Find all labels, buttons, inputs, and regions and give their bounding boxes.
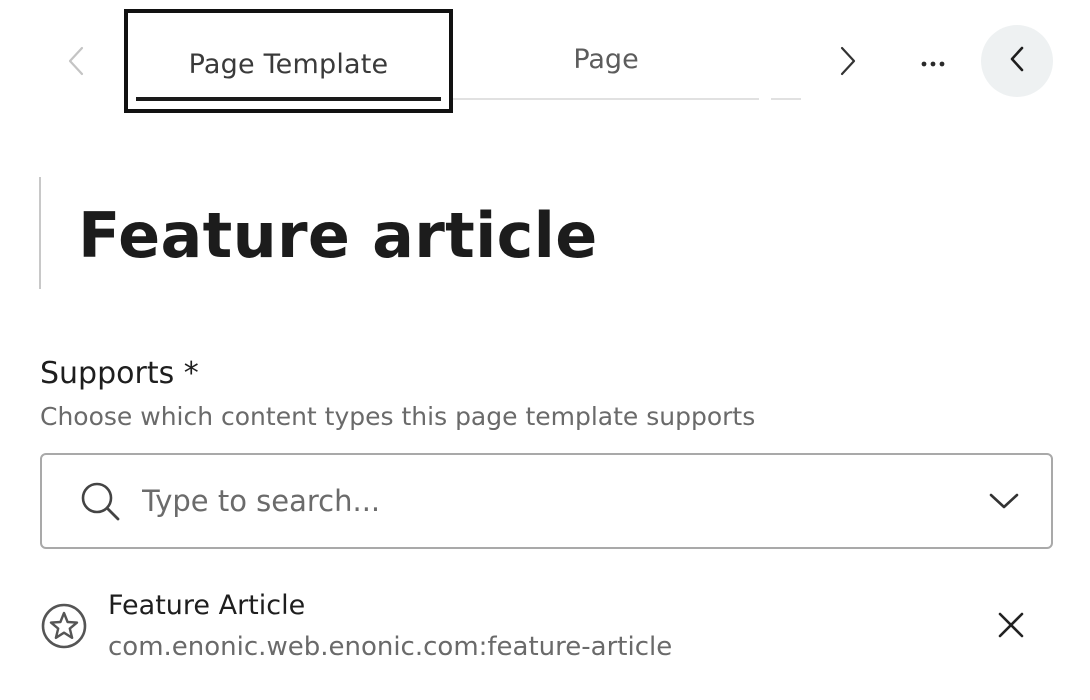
selected-content-type: Feature Article com.enonic.web.enonic.co… [40,586,1053,670]
more-options-button[interactable] [911,40,955,84]
active-tab-indicator [136,97,441,101]
tab-label: Page [573,44,639,75]
chevron-left-icon [66,46,86,76]
close-icon [998,612,1024,642]
chevron-left-icon [1008,45,1026,77]
title-accent-bar [39,177,41,289]
tab-scroll-right-button[interactable] [828,38,868,84]
supports-search-combobox[interactable] [40,453,1053,549]
collapse-panel-button[interactable] [981,25,1053,97]
tab-divider-stub [771,98,801,100]
supports-help-text: Choose which content types this page tem… [40,402,756,431]
dropdown-toggle-button[interactable] [982,481,1026,525]
tab-divider [453,98,759,100]
search-input[interactable] [142,473,962,529]
tab-page-template[interactable]: Page Template [124,9,453,113]
tab-label: Page Template [188,49,389,80]
page-title: Feature article [78,199,598,272]
supports-label: Supports * [40,356,199,391]
content-type-key: com.enonic.web.enonic.com:feature-articl… [108,632,673,662]
tab-scroll-left-button[interactable] [56,38,96,84]
tab-page[interactable]: Page [453,40,759,102]
chevron-down-icon [988,491,1020,515]
content-type-name: Feature Article [108,590,306,621]
remove-content-type-button[interactable] [988,604,1034,650]
chevron-right-icon [838,46,858,76]
search-icon [80,481,122,523]
star-circle-icon [40,602,88,650]
more-horizontal-icon [920,53,946,72]
